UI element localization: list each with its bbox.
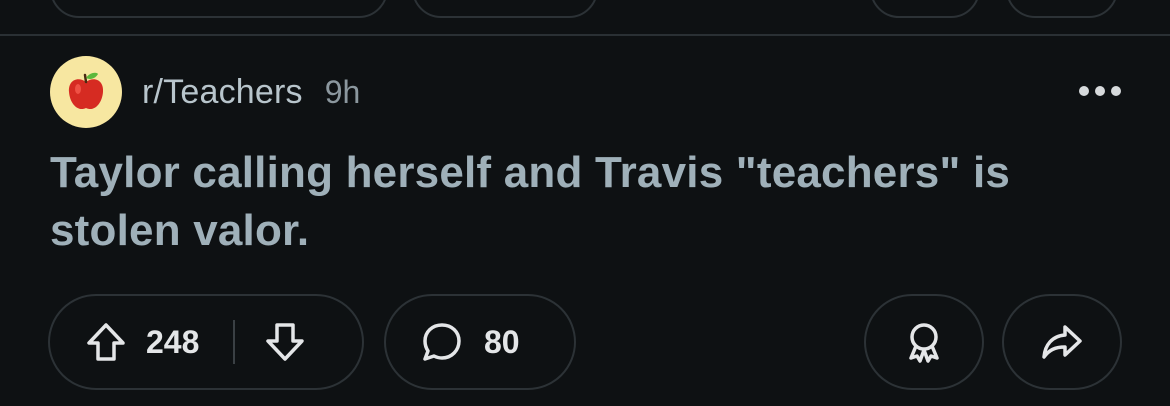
ellipsis-icon — [1079, 86, 1121, 96]
comment-bubble-icon-wrap — [420, 320, 464, 364]
vote-bar: 248 — [48, 294, 364, 390]
award-icon-wrap — [902, 320, 946, 364]
upvote-button[interactable] — [84, 320, 128, 364]
apple-icon — [68, 72, 104, 110]
share-button[interactable] — [1002, 294, 1122, 390]
comment-count: 80 — [484, 323, 520, 360]
downvote-button[interactable] — [263, 320, 307, 364]
subreddit-avatar[interactable] — [50, 56, 122, 128]
share-icon — [1042, 325, 1082, 359]
previous-share-pill[interactable] — [1006, 0, 1118, 18]
award-button[interactable] — [864, 294, 984, 390]
arrow-down-icon — [266, 323, 305, 361]
more-options-button[interactable] — [1074, 76, 1126, 106]
share-icon-wrap — [1040, 320, 1084, 364]
previous-award-pill[interactable] — [870, 0, 980, 18]
post-header: r/Teachers 9h — [50, 56, 360, 128]
post-title[interactable]: Taylor calling herself and Travis "teach… — [50, 144, 1130, 260]
subreddit-name[interactable]: r/Teachers — [142, 73, 303, 112]
post-time: 9h — [324, 73, 361, 110]
previous-vote-pill[interactable] — [50, 0, 388, 18]
upvote-count: 248 — [146, 323, 200, 360]
award-icon — [909, 323, 939, 363]
comment-bubble-icon — [423, 323, 461, 361]
vote-separator — [233, 320, 236, 364]
previous-comment-pill[interactable] — [412, 0, 598, 18]
post-card[interactable]: r/Teachers 9h Taylor calling herself and… — [0, 36, 1170, 406]
comments-button[interactable]: 80 — [384, 294, 576, 390]
arrow-up-icon — [87, 323, 125, 361]
